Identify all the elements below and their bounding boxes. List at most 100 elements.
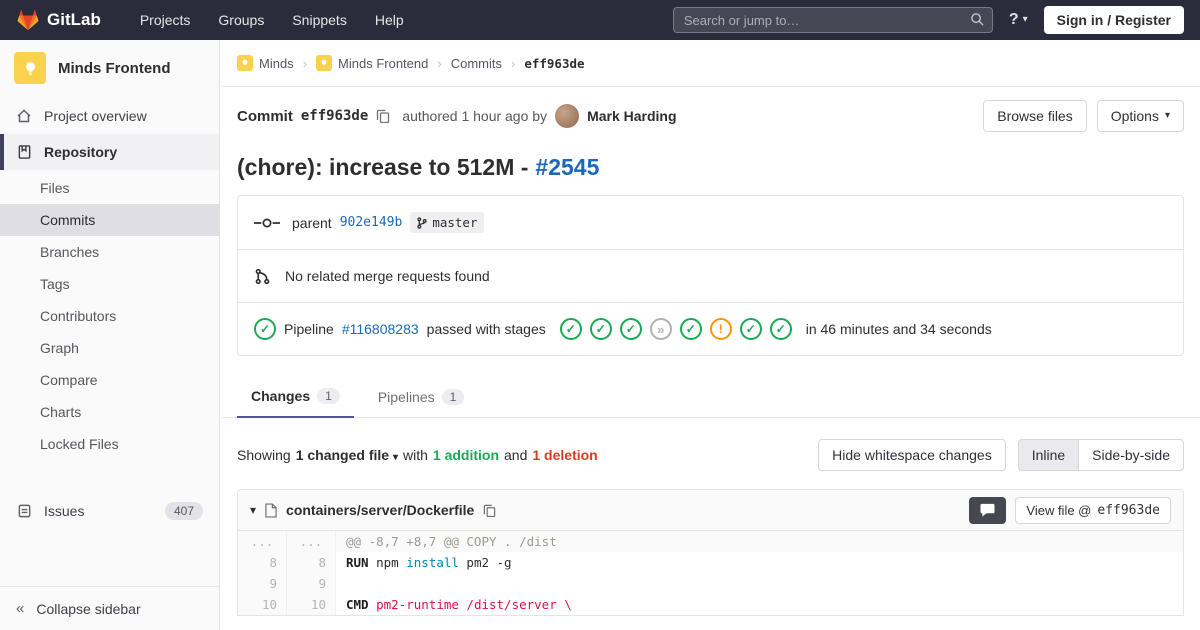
issues-icon [16, 503, 32, 519]
nav-help[interactable]: Help [364, 7, 415, 33]
project-avatar [316, 55, 333, 71]
breadcrumb-separator: › [437, 55, 442, 71]
stage-success-icon[interactable]: ✓ [739, 318, 762, 340]
group-avatar [237, 55, 253, 71]
breadcrumb-project[interactable]: Minds Frontend [316, 55, 428, 71]
sidebar-item-repository[interactable]: Repository [0, 134, 219, 170]
sidebar-item-label: Issues [44, 503, 85, 519]
new-line-number[interactable]: 10 [287, 594, 336, 615]
stage-success-icon[interactable]: ✓ [589, 318, 612, 340]
commit-meta-box: parent 902e149b master No related merge … [237, 195, 1184, 356]
chevron-double-left-icon: « [16, 600, 25, 617]
breadcrumb-group[interactable]: Minds [237, 55, 294, 71]
copy-sha-icon[interactable] [376, 109, 390, 123]
diff-code-row: 10 10 CMD pm2-runtime /dist/server \ [238, 594, 1183, 615]
sidebar-item-compare[interactable]: Compare [0, 364, 219, 396]
parent-label: parent [292, 214, 332, 231]
author-avatar[interactable] [555, 104, 580, 128]
author-name[interactable]: Mark Harding [587, 108, 676, 124]
diff-hunk-row: ...... @@ -8,7 +8,7 @@ COPY . /dist [238, 531, 1183, 552]
code-line: RUN npm install pm2 -g [346, 555, 512, 570]
branch-icon [417, 216, 427, 229]
showing-label: Showing [237, 447, 291, 463]
new-line-number[interactable]: 8 [287, 552, 336, 573]
stage-warning-icon[interactable]: ! [709, 318, 732, 340]
options-dropdown-button[interactable]: Options ▾ [1096, 100, 1184, 132]
diff-file-box: ▾ containers/server/Dockerfile View file… [237, 489, 1184, 616]
collapse-sidebar-button[interactable]: « Collapse sidebar [0, 586, 219, 630]
gitlab-home-link[interactable]: GitLab [16, 8, 101, 32]
chevron-down-icon: ▾ [392, 452, 398, 463]
merge-request-icon [254, 268, 271, 285]
sidebar-item-branches[interactable]: Branches [0, 236, 219, 268]
copy-path-icon[interactable] [483, 504, 496, 517]
tab-changes[interactable]: Changes 1 [237, 376, 354, 418]
pipeline-duration: in 46 minutes and 34 seconds [805, 321, 992, 337]
question-icon: ? [1008, 11, 1019, 28]
diff-file-header: ▾ containers/server/Dockerfile View file… [238, 490, 1183, 531]
collapse-diff-icon[interactable]: ▾ [250, 503, 256, 517]
old-line-number[interactable]: ... [238, 531, 287, 552]
branch-badge[interactable]: master [410, 212, 485, 233]
pipeline-status-icon[interactable]: ✓ [254, 318, 276, 340]
old-line-number[interactable]: 8 [238, 552, 287, 573]
view-file-button[interactable]: View file @ eff963de [1015, 496, 1171, 524]
additions-count: 1 addition [432, 447, 500, 463]
file-path[interactable]: containers/server/Dockerfile [286, 502, 474, 518]
tab-pipelines[interactable]: Pipelines 1 [364, 376, 479, 417]
chevron-down-icon: ▾ [1022, 14, 1028, 25]
parent-sha-link[interactable]: 902e149b [340, 215, 403, 230]
project-sidebar: Minds Frontend Project overview Reposito… [0, 40, 220, 630]
side-by-side-view-button[interactable]: Side-by-side [1078, 439, 1184, 471]
home-icon [16, 108, 32, 124]
nav-snippets[interactable]: Snippets [281, 7, 357, 33]
breadcrumb: Minds › Minds Frontend › Commits › eff96… [221, 40, 1200, 87]
merge-requests-row: No related merge requests found [238, 249, 1183, 302]
toggle-comments-button[interactable] [969, 496, 1007, 524]
sidebar-item-graph[interactable]: Graph [0, 332, 219, 364]
nav-projects[interactable]: Projects [129, 7, 202, 33]
old-line-number[interactable]: 9 [238, 573, 287, 594]
browse-files-button[interactable]: Browse files [983, 100, 1087, 132]
sign-in-button[interactable]: Sign in / Register [1043, 6, 1184, 34]
authored-text: authored 1 hour ago by [402, 108, 548, 124]
changes-count-badge: 1 [317, 388, 340, 404]
breadcrumb-separator: › [302, 55, 308, 71]
stage-success-icon[interactable]: ✓ [679, 318, 702, 340]
pipeline-stages: ✓ ✓ ✓ » ✓! ✓ ✓ [559, 318, 792, 340]
sidebar-item-issues[interactable]: Issues 407 [0, 492, 219, 530]
nav-groups[interactable]: Groups [207, 7, 275, 33]
sidebar-item-charts[interactable]: Charts [0, 396, 219, 428]
pipeline-label: Pipeline [284, 321, 334, 337]
stage-success-icon[interactable]: ✓ [769, 318, 792, 340]
sidebar-item-tags[interactable]: Tags [0, 268, 219, 300]
sidebar-item-project-overview[interactable]: Project overview [0, 98, 219, 134]
stage-success-icon[interactable]: ✓ [559, 318, 582, 340]
changed-files-dropdown[interactable]: 1 changed file ▾ [296, 447, 398, 463]
sidebar-item-commits[interactable]: Commits [0, 204, 219, 236]
commit-icon [254, 216, 280, 230]
new-line-number[interactable]: ... [287, 531, 336, 552]
issue-link[interactable]: #2545 [535, 154, 599, 181]
breadcrumb-commits[interactable]: Commits [451, 56, 502, 71]
sidebar-item-locked-files[interactable]: Locked Files [0, 428, 219, 460]
search-icon[interactable] [970, 12, 985, 27]
changes-summary-bar: Showing 1 changed file ▾ with 1 addition… [237, 439, 1184, 471]
new-line-number[interactable]: 9 [287, 573, 336, 594]
diff-code-row: 8 8 RUN npm install pm2 -g [238, 552, 1183, 573]
project-avatar [14, 52, 46, 84]
search-input[interactable] [672, 7, 993, 33]
hide-whitespace-button[interactable]: Hide whitespace changes [818, 439, 1006, 471]
pipeline-row: ✓ Pipeline #116808283 passed with stages… [238, 302, 1183, 355]
inline-view-button[interactable]: Inline [1017, 439, 1080, 471]
old-line-number[interactable]: 10 [238, 594, 287, 615]
stage-success-icon[interactable]: ✓ [619, 318, 642, 340]
brand-text: GitLab [47, 10, 101, 29]
project-context-header[interactable]: Minds Frontend [0, 40, 219, 98]
help-dropdown[interactable]: ? ▾ [1009, 11, 1028, 29]
sidebar-item-contributors[interactable]: Contributors [0, 300, 219, 332]
stage-skipped-icon[interactable]: » [649, 318, 672, 340]
sidebar-item-files[interactable]: Files [0, 172, 219, 204]
pipeline-link[interactable]: #116808283 [342, 321, 419, 337]
parent-row: parent 902e149b master [238, 196, 1183, 249]
